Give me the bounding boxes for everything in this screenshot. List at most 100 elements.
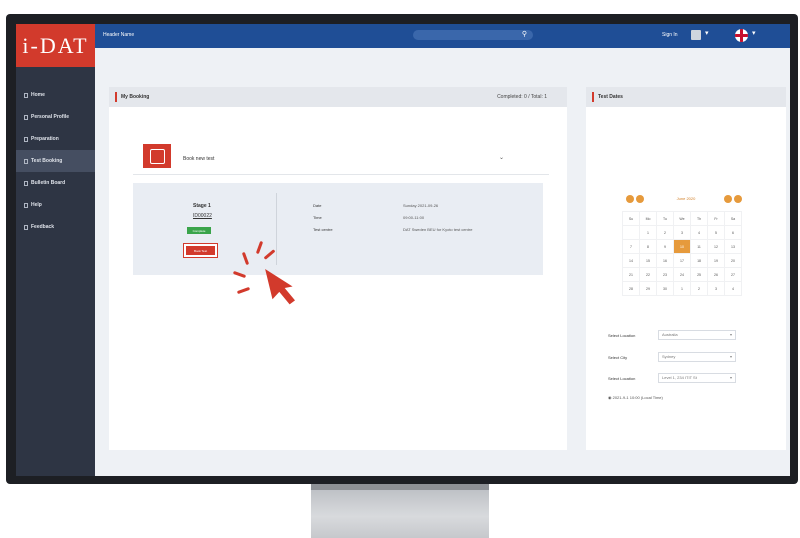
chevron-down-icon[interactable]: ▾ <box>752 29 756 37</box>
my-booking-title: My Booking <box>121 94 150 100</box>
stage-panel: Stage 1 ID00022 Complete Book Test Date … <box>133 183 543 275</box>
book-test-button[interactable]: Book Test <box>186 246 215 255</box>
sidebar-item-help[interactable]: Help <box>16 194 95 216</box>
weekday: Th <box>690 211 708 226</box>
pointer-hand-icon <box>265 269 296 305</box>
day-cell[interactable]: 5 <box>707 225 725 240</box>
app-logo: i-DAT <box>16 24 95 67</box>
city-select[interactable]: Sydney ▾ <box>658 352 736 362</box>
day-cell[interactable]: 2 <box>690 281 708 296</box>
day-cell[interactable] <box>622 225 640 240</box>
day-cell[interactable]: 14 <box>622 253 640 268</box>
search-input[interactable]: ⚲ <box>413 30 533 40</box>
sidebar-item-bulletin-board[interactable]: Bulletin Board <box>16 172 95 194</box>
venue-label: Select Location <box>608 376 636 381</box>
day-cell[interactable]: 4 <box>723 281 743 296</box>
sidebar-item-label: Home <box>31 92 45 98</box>
sidebar-item-home[interactable]: Home <box>16 84 95 106</box>
venue-select[interactable]: Level 1, 234 ITIT St ▾ <box>658 373 736 383</box>
location-select[interactable]: Australia ▾ <box>658 330 736 340</box>
detail-date-value: Sunday 2021-09-26 <box>403 203 439 208</box>
apps-grid-icon[interactable] <box>691 30 701 40</box>
city-value: Sydney <box>662 354 676 359</box>
day-cell[interactable]: 7 <box>622 239 640 254</box>
detail-time-value: 09:00-11:00 <box>403 215 425 220</box>
day-cell[interactable]: 27 <box>723 267 743 282</box>
day-cell[interactable]: 1 <box>638 225 658 240</box>
week-row: 7 8 9 10 11 12 13 <box>622 239 743 254</box>
day-cell[interactable]: 18 <box>690 253 708 268</box>
sidebar-item-label: Help <box>31 202 42 208</box>
day-cell[interactable]: 15 <box>638 253 658 268</box>
day-cell[interactable]: 22 <box>638 267 658 282</box>
test-dates-header: Test Dates <box>586 87 786 107</box>
help-icon <box>24 202 28 208</box>
day-cell[interactable]: 17 <box>672 253 692 268</box>
location-value: Australia <box>662 332 678 337</box>
search-icon[interactable]: ⚲ <box>522 31 527 39</box>
next-month-icon[interactable] <box>724 195 732 203</box>
day-cell[interactable]: 24 <box>672 267 692 282</box>
next-year-icon[interactable] <box>734 195 742 203</box>
day-cell[interactable]: 30 <box>656 281 674 296</box>
chevron-down-icon[interactable]: ⌄ <box>499 154 504 161</box>
day-cell[interactable]: 11 <box>690 239 708 254</box>
day-cell[interactable]: 3 <box>707 281 725 296</box>
weekday: Tu <box>656 211 674 226</box>
sidebar-item-preparation[interactable]: Preparation <box>16 128 95 150</box>
weekday: Su <box>622 211 640 226</box>
monitor-bezel: i-DAT Home Personal Profile Preparation … <box>6 14 798 484</box>
day-cell-selected[interactable]: 10 <box>672 239 692 254</box>
prev-year-icon[interactable] <box>626 195 634 203</box>
day-cell[interactable]: 21 <box>622 267 640 282</box>
signin-link[interactable]: Sign In <box>662 32 678 38</box>
user-name: Header Name <box>103 32 135 38</box>
home-icon <box>24 92 28 98</box>
complete-button[interactable]: Complete <box>187 227 211 234</box>
week-row: 21 22 23 24 25 26 27 <box>622 267 743 282</box>
day-cell[interactable]: 8 <box>638 239 658 254</box>
day-cell[interactable]: 20 <box>723 253 743 268</box>
day-cell[interactable]: 2 <box>656 225 674 240</box>
day-cell[interactable]: 1 <box>672 281 692 296</box>
my-booking-card: My Booking Completed: 0 / Total: 1 Book … <box>109 87 567 450</box>
stage-title: Stage 1 <box>193 203 211 209</box>
app-screen: i-DAT Home Personal Profile Preparation … <box>16 24 790 476</box>
week-row: 28 29 30 1 2 3 4 <box>622 281 743 296</box>
day-cell[interactable]: 29 <box>638 281 658 296</box>
day-cell[interactable]: 25 <box>690 267 708 282</box>
sidebar: i-DAT Home Personal Profile Preparation … <box>16 24 95 476</box>
book-icon <box>24 136 28 142</box>
chevron-down-icon: ▾ <box>729 332 732 337</box>
section-accent-bar <box>592 92 594 102</box>
venue-value: Level 1, 234 ITIT St <box>662 375 697 380</box>
profile-icon <box>24 114 28 120</box>
day-cell[interactable]: 4 <box>690 225 708 240</box>
sidebar-item-personal-profile[interactable]: Personal Profile <box>16 106 95 128</box>
weekday: Mo <box>638 211 658 226</box>
day-cell[interactable]: 6 <box>723 225 743 240</box>
day-cell[interactable]: 16 <box>656 253 674 268</box>
stage-code-link[interactable]: ID00022 <box>193 213 212 219</box>
chevron-down-icon: ▾ <box>729 354 732 359</box>
board-icon <box>24 180 28 186</box>
chevron-down-icon[interactable]: ▾ <box>705 29 709 37</box>
sidebar-item-feedback[interactable]: Feedback <box>16 216 95 238</box>
day-cell[interactable]: 12 <box>707 239 725 254</box>
booking-count: Completed: 0 / Total: 1 <box>497 94 547 100</box>
week-row: 123456 <box>622 225 743 240</box>
sidebar-item-test-booking[interactable]: Test Booking <box>16 150 95 172</box>
day-cell[interactable]: 3 <box>672 225 692 240</box>
test-dates-title: Test Dates <box>598 94 623 100</box>
book-new-test-row[interactable]: Book new test ⌄ <box>133 142 549 175</box>
day-cell[interactable]: 26 <box>707 267 725 282</box>
section-accent-bar <box>115 92 117 102</box>
day-cell[interactable]: 28 <box>622 281 640 296</box>
prev-month-icon[interactable] <box>636 195 644 203</box>
day-cell[interactable]: 13 <box>723 239 743 254</box>
day-cell[interactable]: 19 <box>707 253 725 268</box>
day-cell[interactable]: 9 <box>656 239 674 254</box>
day-cell[interactable]: 23 <box>656 267 674 282</box>
detail-centre-value: DAT Sweden BEU for Kyoto test centre <box>403 227 473 232</box>
uk-flag-icon[interactable] <box>735 29 748 42</box>
